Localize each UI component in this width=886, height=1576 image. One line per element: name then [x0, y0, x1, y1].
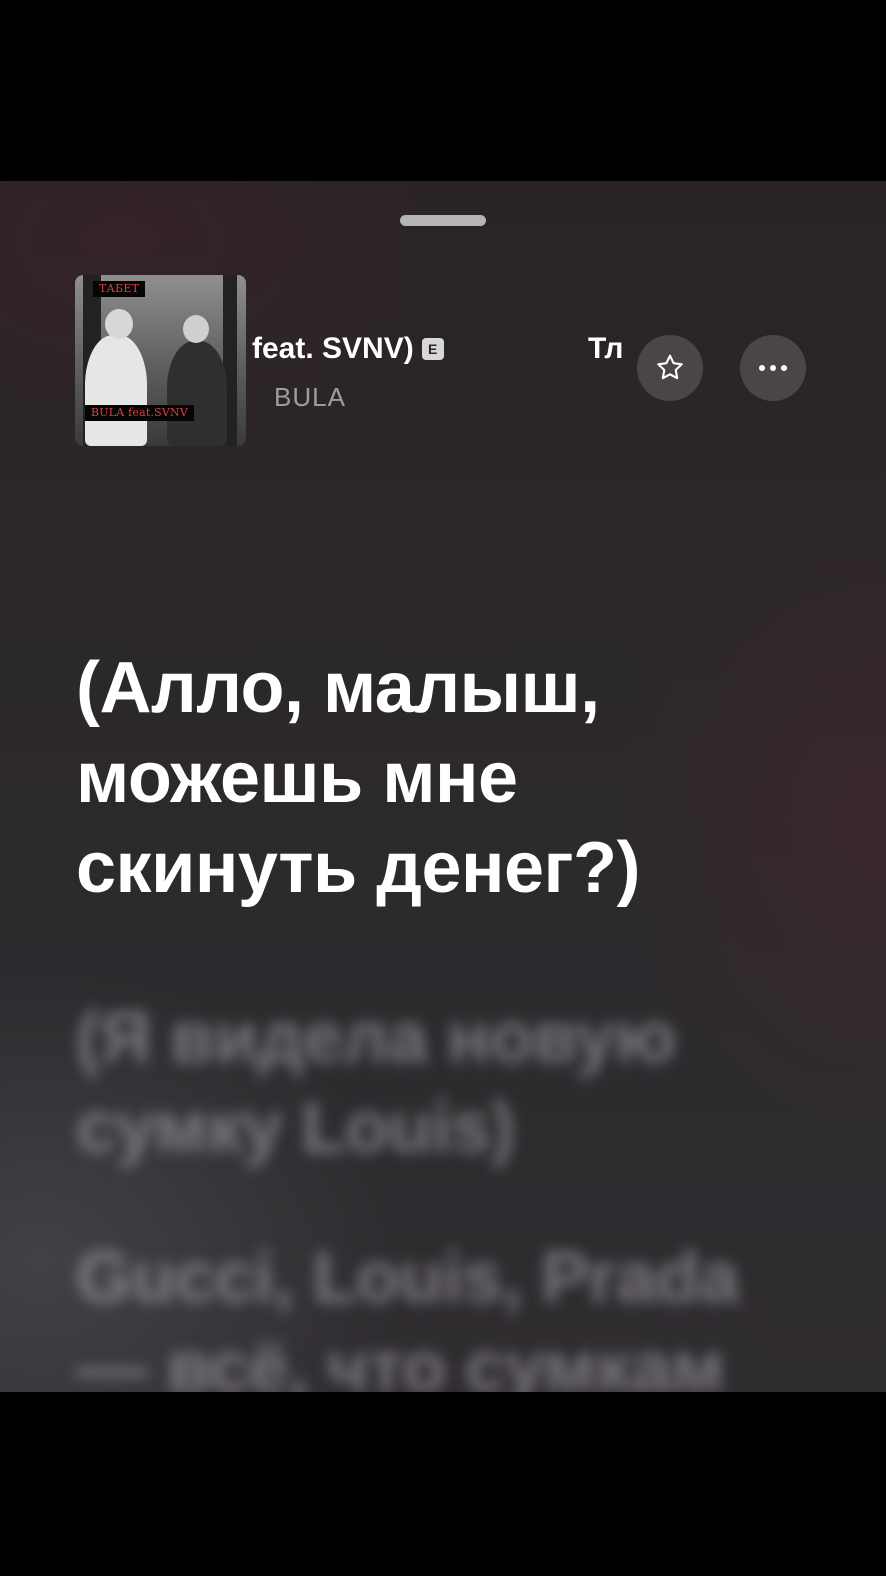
ellipsis-icon	[759, 365, 787, 371]
artist-name[interactable]: BULA	[274, 381, 346, 413]
lyric-line-after[interactable]: Gucci, Louis, Prada — всё, что сумкам	[76, 1233, 836, 1392]
lyric-text-line: можешь мне	[76, 738, 518, 818]
lyric-text-line: сумку Louis)	[76, 1088, 515, 1168]
sheet-grabber[interactable]	[400, 215, 486, 226]
letterbox-top	[0, 0, 886, 181]
artwork-head-right	[183, 315, 209, 343]
album-artwork[interactable]: ТАБЕТ BULA feat.SVNV	[75, 275, 246, 446]
favorite-button[interactable]	[637, 335, 703, 401]
artwork-top-tag: ТАБЕТ	[93, 281, 146, 297]
lyric-text-line: (Я видела новую	[76, 998, 676, 1078]
artwork-person-left	[85, 335, 147, 446]
lyric-line-next[interactable]: (Я видела новую сумку Louis)	[76, 993, 836, 1173]
more-options-button[interactable]	[740, 335, 806, 401]
explicit-badge: E	[421, 338, 444, 360]
lyric-line-current[interactable]: (Алло, малыш, можешь мне скинуть денег?)	[76, 643, 836, 913]
artwork-bottom-tag: BULA feat.SVNV	[85, 405, 195, 421]
letterbox-bottom	[0, 1392, 886, 1576]
lyric-text-line: Gucci, Louis, Prada	[76, 1238, 739, 1318]
lyric-text-line: (Алло, малыш,	[76, 648, 600, 728]
artwork-head-left	[105, 309, 133, 339]
lyric-text-line: — всё, что сумкам	[76, 1328, 724, 1392]
star-icon	[657, 354, 683, 380]
lyrics-sheet: ТАБЕТ BULA feat.SVNV feat. SVNV) E Тл BUL…	[0, 181, 886, 1392]
track-title-text: feat. SVNV)	[252, 332, 414, 365]
next-track-title: Тл	[588, 332, 624, 365]
artwork-person-right	[167, 341, 227, 446]
lyric-text-line: скинуть денег?)	[76, 828, 641, 908]
track-title[interactable]: feat. SVNV) E	[252, 329, 584, 369]
